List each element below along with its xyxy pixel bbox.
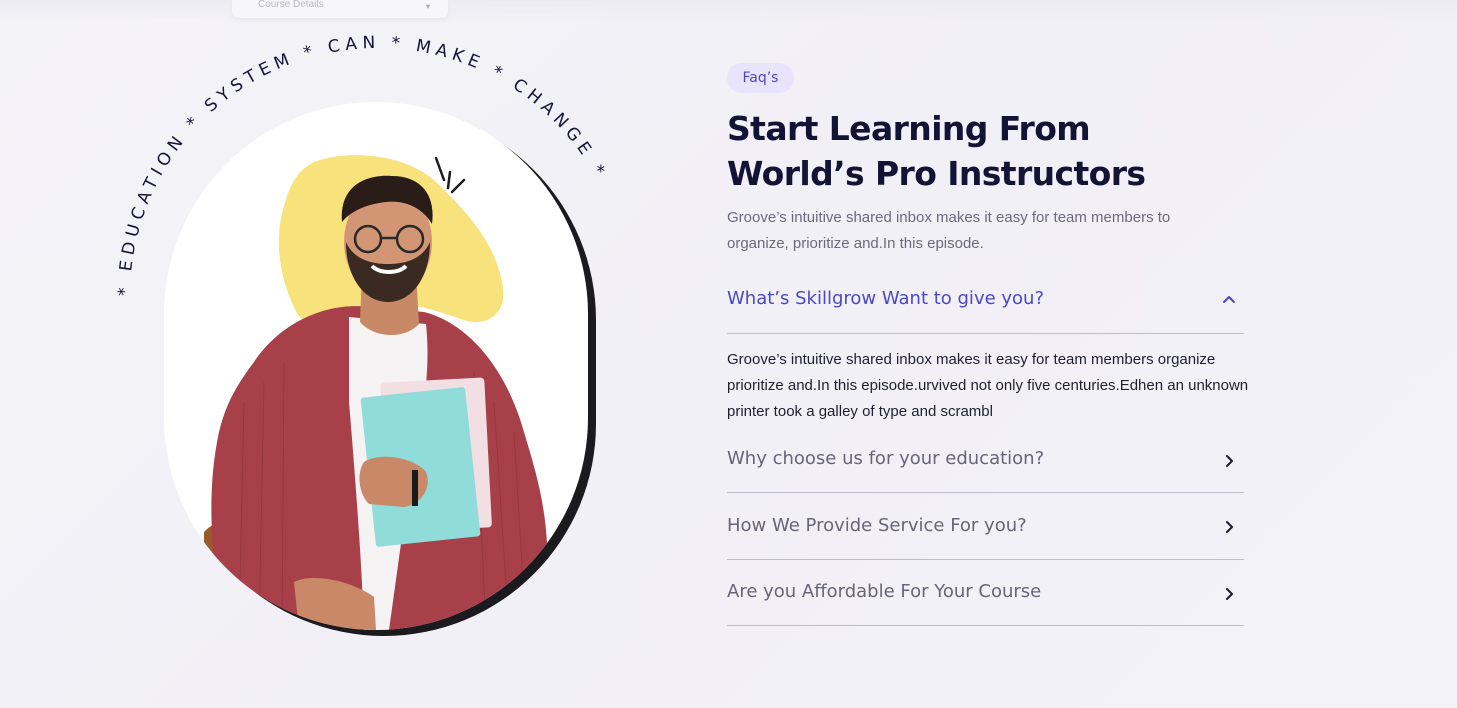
chevron-right-icon[interactable] — [1222, 454, 1236, 468]
section-heading: Start Learning From World’s Pro Instruct… — [727, 106, 1247, 196]
svg-text:* EDUCATION * SYSTEM * CAN * M: * EDUCATION * SYSTEM * CAN * MAKE * CHAN… — [115, 33, 611, 296]
heading-line-1: Start Learning From — [727, 109, 1091, 148]
chevron-right-icon[interactable] — [1222, 587, 1236, 601]
circular-slogan: * EDUCATION * SYSTEM * CAN * MAKE * CHAN… — [115, 33, 611, 296]
faq-answer: Groove’s intuitive shared inbox makes it… — [727, 351, 1249, 420]
faq-badge: Faq’s — [727, 63, 794, 93]
faq-item-why-choose[interactable]: Why choose us for your education? — [727, 436, 1244, 493]
faq-question[interactable]: How We Provide Service For you? — [727, 515, 1027, 536]
section-intro: Groove’s intuitive shared inbox makes it… — [727, 209, 1171, 252]
faq-question[interactable]: What’s Skillgrow Want to give you? — [727, 288, 1044, 309]
chevron-right-icon[interactable] — [1222, 520, 1236, 534]
heading-line-2: World’s Pro Instructors — [727, 154, 1146, 193]
circular-slogan-text: * EDUCATION * SYSTEM * CAN * MAKE * CHAN… — [115, 33, 606, 296]
faq-item-service[interactable]: How We Provide Service For you? — [727, 493, 1244, 560]
faq-question[interactable]: Why choose us for your education? — [727, 448, 1044, 469]
faq-item-skillgrow[interactable]: What’s Skillgrow Want to give you? — [727, 278, 1244, 334]
faq-question[interactable]: Are you Affordable For Your Course — [727, 581, 1041, 602]
wristband — [412, 470, 418, 506]
faq-item-affordable[interactable]: Are you Affordable For Your Course — [727, 560, 1244, 626]
chevron-up-icon[interactable] — [1222, 292, 1236, 306]
